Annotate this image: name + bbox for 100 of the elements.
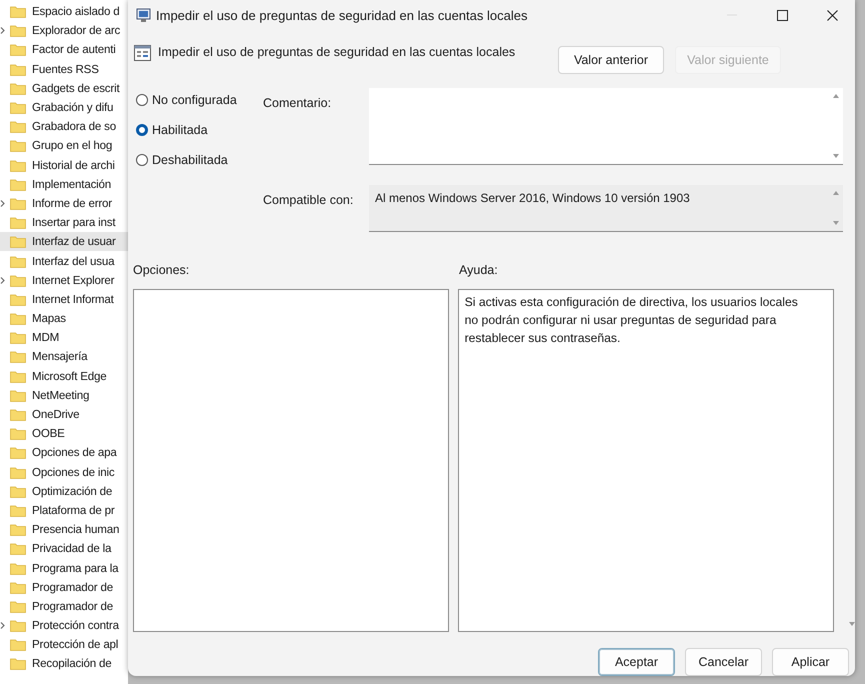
nav-button[interactable]: Valor anterior bbox=[558, 46, 664, 74]
folder-icon bbox=[10, 446, 26, 460]
folder-icon bbox=[10, 139, 26, 152]
tree-item[interactable]: Factor de autenti bbox=[0, 40, 128, 60]
scroll-down-icon[interactable] bbox=[849, 622, 855, 626]
tree-item-label: Internet Explorer bbox=[31, 272, 116, 288]
scroll-down-icon[interactable] bbox=[833, 154, 839, 158]
tree-item[interactable]: Fuentes RSS bbox=[0, 60, 128, 79]
tree-item-label: OneDrive bbox=[31, 407, 80, 422]
tree-item[interactable]: Mensajería bbox=[0, 347, 128, 367]
tree-item[interactable]: Gadgets de escrit bbox=[0, 78, 128, 98]
setting-icon bbox=[134, 44, 152, 62]
tree-item[interactable]: Opciones de inic bbox=[0, 462, 128, 482]
tree-item[interactable]: Informe de error bbox=[0, 194, 128, 214]
tree-item-label: Programador de bbox=[31, 598, 114, 614]
dialog-button[interactable]: Aceptar bbox=[598, 648, 675, 676]
folder-icon bbox=[10, 196, 26, 210]
maximize-icon bbox=[776, 10, 788, 20]
tree-item[interactable]: Plataforma de pr bbox=[0, 500, 128, 520]
folder-icon bbox=[10, 178, 26, 191]
tree-item[interactable]: Opciones de apa bbox=[0, 443, 128, 462]
tree-item[interactable]: Interfaz de usuar bbox=[0, 232, 128, 252]
tree-item-label: Recopilación de bbox=[31, 656, 112, 672]
tree-item[interactable]: OOBE bbox=[0, 424, 128, 444]
compatibility-text: Al menos Windows Server 2016, Windows 10 versión 1903 bbox=[375, 190, 690, 205]
tree-item-label: Factor de autenti bbox=[31, 42, 117, 58]
folder-icon bbox=[10, 466, 26, 479]
radio-button[interactable] bbox=[136, 94, 148, 106]
folder-icon bbox=[10, 504, 26, 517]
tree-item[interactable]: Grupo en el hog bbox=[0, 136, 128, 156]
folder-icon bbox=[10, 388, 26, 402]
tree-item[interactable]: Protección contra bbox=[0, 616, 128, 636]
tree-item-label: Programador de bbox=[31, 580, 114, 595]
tree-item[interactable]: Internet Informat bbox=[0, 290, 128, 309]
radio-label: No configurada bbox=[152, 92, 237, 107]
tree-item[interactable]: Interfaz del usua bbox=[0, 251, 128, 271]
tree-item[interactable]: MDM bbox=[0, 328, 128, 348]
tree-item-label: Grabadora de so bbox=[31, 119, 118, 134]
tree-item[interactable]: Microsoft Edge bbox=[0, 366, 128, 386]
folder-icon bbox=[10, 427, 26, 440]
tree-item[interactable]: Internet Explorer bbox=[0, 270, 128, 290]
folder-icon bbox=[10, 350, 26, 364]
tree-item[interactable]: Protección de apl bbox=[0, 635, 128, 654]
folder-icon bbox=[10, 312, 26, 326]
radio-button[interactable] bbox=[136, 154, 148, 166]
folder-icon bbox=[10, 542, 26, 556]
tree-item-label: Historial de archi bbox=[31, 158, 116, 173]
folder-icon bbox=[10, 580, 26, 594]
tree-item-label: Implementación bbox=[31, 176, 112, 192]
tree-item-label: Protección de apl bbox=[31, 637, 120, 652]
window-title: Impedir el uso de preguntas de seguridad en las cuentas locales bbox=[156, 8, 528, 22]
section-label: Ayuda: bbox=[459, 263, 498, 278]
dialog-button[interactable]: Aplicar bbox=[772, 648, 849, 676]
tree-item[interactable]: Programa para la bbox=[0, 558, 128, 578]
tree-item[interactable]: Insertar para inst bbox=[0, 213, 128, 232]
tree-item-label: Gadgets de escrit bbox=[31, 80, 120, 96]
tree-item-label: Grabación y difu bbox=[31, 100, 114, 116]
tree-item-label: Optimización de bbox=[31, 484, 114, 499]
dialog-button[interactable]: Cancelar bbox=[685, 648, 762, 676]
tree-item-label: NetMeeting bbox=[31, 388, 90, 403]
folder-icon bbox=[10, 562, 26, 575]
folder-icon bbox=[10, 274, 26, 287]
tree-item[interactable]: Programador de bbox=[0, 596, 128, 616]
radio-label: Habilitada bbox=[152, 122, 208, 137]
radio-label: Deshabilitada bbox=[152, 152, 228, 167]
folder-icon bbox=[10, 82, 26, 95]
comment-field[interactable] bbox=[369, 88, 843, 165]
folder-icon bbox=[10, 638, 26, 652]
field-label: Comentario: bbox=[263, 94, 332, 112]
tree-item[interactable]: OneDrive bbox=[0, 404, 128, 424]
tree-item-label: Insertar para inst bbox=[31, 215, 116, 230]
tree-item[interactable]: Implementación bbox=[0, 174, 128, 194]
scroll-up-icon[interactable] bbox=[833, 94, 839, 98]
tree-item-label: MDM bbox=[31, 330, 60, 346]
tree-item-label: Presencia human bbox=[31, 522, 120, 538]
folder-icon bbox=[10, 120, 26, 134]
tree-item[interactable]: NetMeeting bbox=[0, 386, 128, 405]
tree-item[interactable]: Grabadora de so bbox=[0, 117, 128, 136]
tree-item-label: Protección contra bbox=[31, 618, 120, 634]
folder-icon bbox=[10, 408, 26, 422]
tree-item[interactable]: Grabación y difu bbox=[0, 98, 128, 118]
folder-icon bbox=[10, 657, 26, 670]
tree-item[interactable]: Mapas bbox=[0, 309, 128, 328]
policy-icon bbox=[136, 7, 152, 23]
folder-icon bbox=[10, 370, 26, 383]
tree-item-label: Plataforma de pr bbox=[31, 502, 116, 518]
tree-item-label: Explorador de arc bbox=[31, 23, 122, 38]
folder-icon bbox=[10, 101, 26, 114]
tree-item[interactable]: Espacio aislado d bbox=[0, 2, 128, 22]
tree-item[interactable]: Presencia human bbox=[0, 520, 128, 540]
tree-item[interactable]: Explorador de arc bbox=[0, 21, 128, 40]
radio-button[interactable] bbox=[136, 124, 148, 136]
tree-item[interactable]: Recopilación de bbox=[0, 654, 128, 674]
folder-icon bbox=[10, 331, 26, 344]
folder-icon bbox=[10, 24, 26, 38]
tree-item-label: Mapas bbox=[31, 311, 67, 326]
tree-item[interactable]: Historial de archi bbox=[0, 156, 128, 175]
tree-item[interactable]: Programador de bbox=[0, 578, 128, 597]
tree-item[interactable]: Privacidad de la bbox=[0, 539, 128, 558]
tree-item[interactable]: Optimización de bbox=[0, 482, 128, 501]
